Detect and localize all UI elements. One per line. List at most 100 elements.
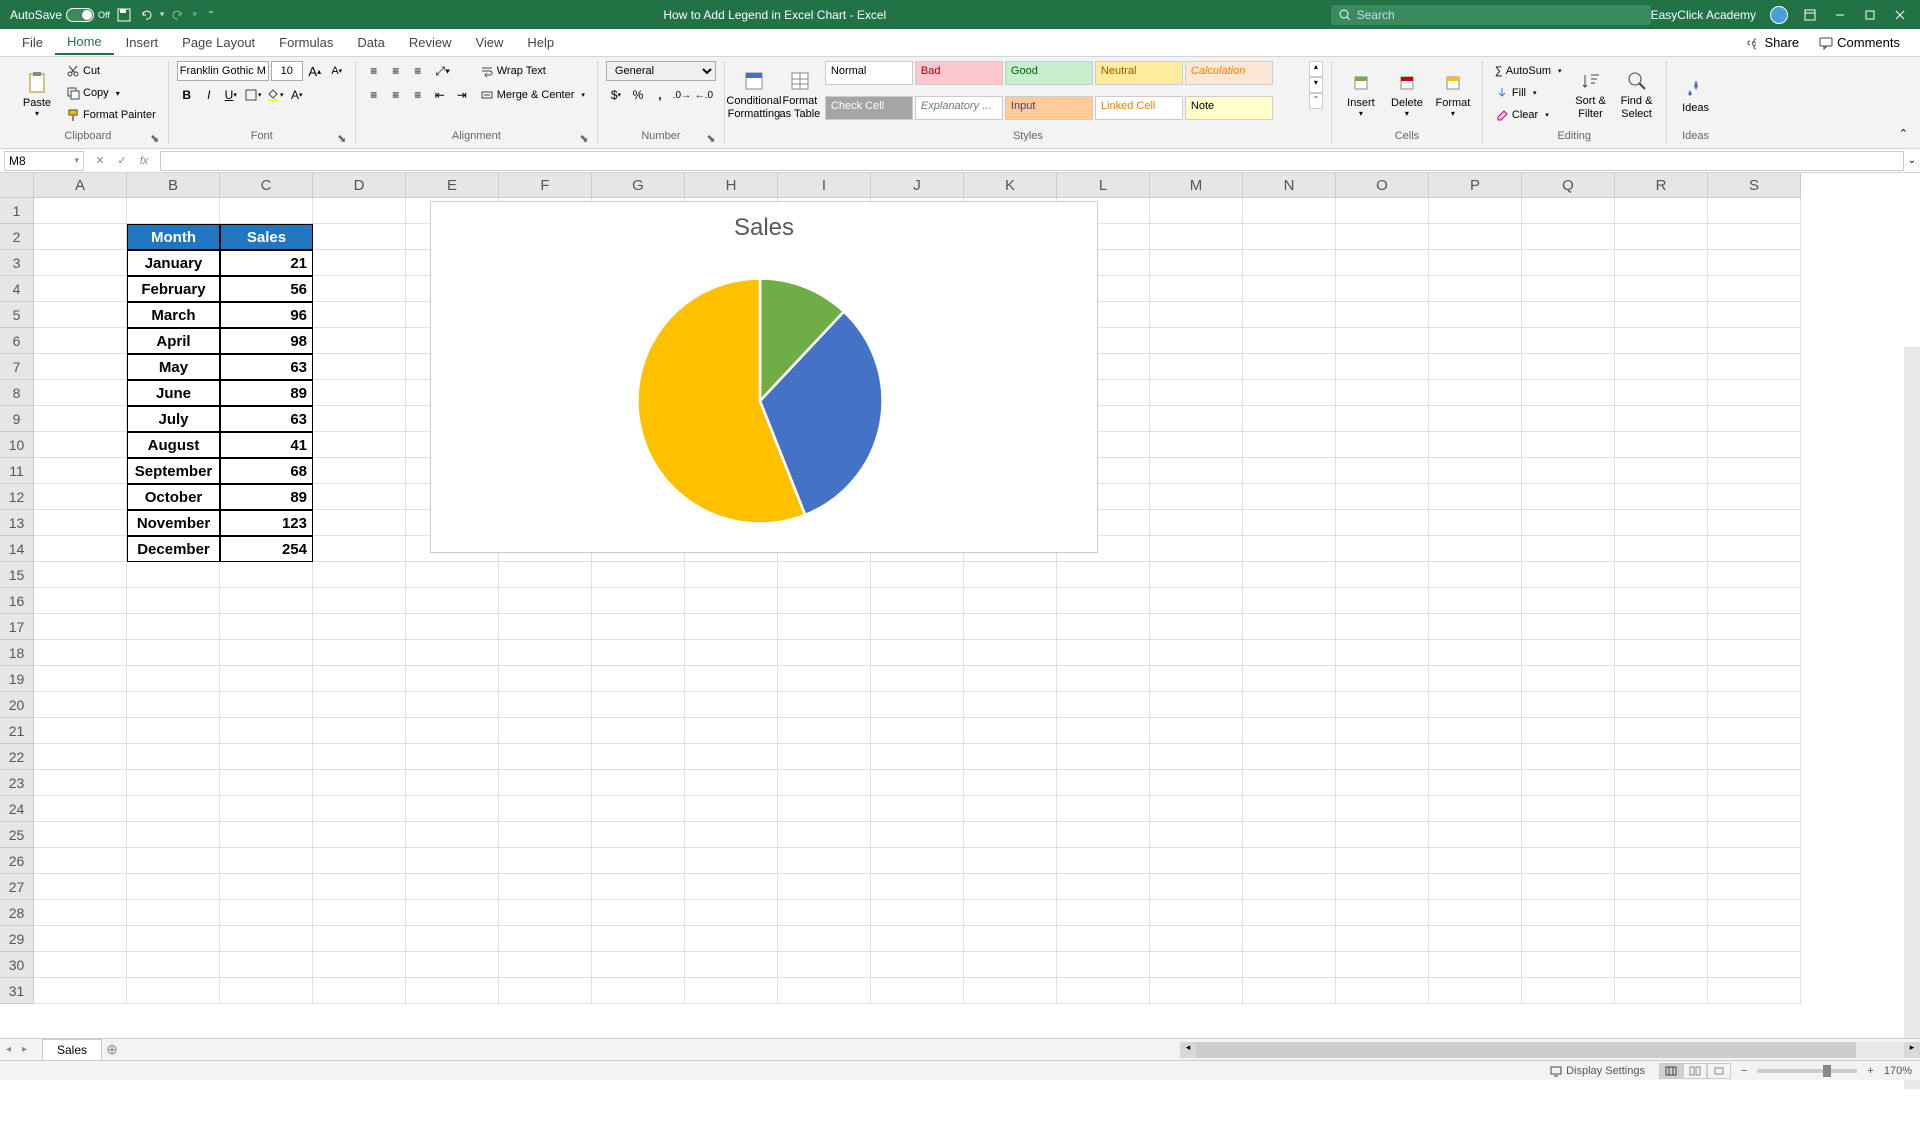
col-header[interactable]: A (34, 173, 127, 198)
cell[interactable] (1150, 952, 1243, 978)
horizontal-scrollbar[interactable]: ◂ ▸ (1180, 1042, 1920, 1058)
cell[interactable] (127, 926, 220, 952)
cell[interactable] (34, 926, 127, 952)
tab-home[interactable]: Home (55, 30, 114, 55)
cell[interactable] (1522, 302, 1615, 328)
cell[interactable] (1243, 796, 1336, 822)
cell[interactable]: November (127, 510, 220, 536)
cell[interactable] (406, 666, 499, 692)
cell[interactable] (313, 484, 406, 510)
cell[interactable] (1615, 692, 1708, 718)
cell[interactable] (1615, 484, 1708, 510)
formula-bar[interactable] (160, 151, 1904, 171)
cell[interactable] (34, 406, 127, 432)
cell[interactable] (313, 328, 406, 354)
cell[interactable] (1336, 458, 1429, 484)
cell[interactable] (1150, 380, 1243, 406)
style-neutral[interactable]: Neutral (1095, 61, 1183, 85)
cell[interactable] (1057, 692, 1150, 718)
cell[interactable] (499, 640, 592, 666)
cell[interactable] (1243, 744, 1336, 770)
tab-data[interactable]: Data (345, 31, 396, 54)
cell[interactable] (1615, 510, 1708, 536)
format-as-table-button[interactable]: Format as Table (779, 61, 821, 128)
cell[interactable] (406, 588, 499, 614)
cell[interactable] (685, 692, 778, 718)
cell[interactable] (685, 848, 778, 874)
cell[interactable] (964, 692, 1057, 718)
page-break-view-icon[interactable] (1707, 1063, 1731, 1079)
cell[interactable] (313, 224, 406, 250)
cell[interactable] (1429, 536, 1522, 562)
cell[interactable] (1429, 926, 1522, 952)
cell[interactable] (127, 614, 220, 640)
row-header[interactable]: 18 (0, 640, 34, 666)
redo-icon[interactable] (170, 7, 186, 23)
border-button[interactable]: ▾ (243, 85, 263, 105)
cell[interactable] (685, 666, 778, 692)
cell[interactable] (1522, 458, 1615, 484)
cell[interactable] (1615, 458, 1708, 484)
cell[interactable] (1615, 250, 1708, 276)
cell[interactable] (871, 588, 964, 614)
cell[interactable] (313, 198, 406, 224)
cell[interactable] (964, 926, 1057, 952)
cell[interactable] (127, 640, 220, 666)
account-name[interactable]: EasyClick Academy (1651, 8, 1756, 22)
col-header[interactable]: P (1429, 173, 1522, 198)
cell[interactable] (220, 770, 313, 796)
row-header[interactable]: 14 (0, 536, 34, 562)
cell[interactable] (34, 354, 127, 380)
cell[interactable] (1708, 276, 1801, 302)
cell[interactable] (220, 588, 313, 614)
cell[interactable] (1429, 848, 1522, 874)
cell[interactable] (1243, 952, 1336, 978)
cell[interactable] (313, 744, 406, 770)
comments-button[interactable]: Comments (1809, 35, 1910, 50)
cell[interactable]: 89 (220, 380, 313, 406)
cell[interactable] (1429, 900, 1522, 926)
cell[interactable] (592, 848, 685, 874)
align-top-icon[interactable]: ≡ (364, 61, 384, 81)
cell[interactable] (1615, 640, 1708, 666)
find-select-button[interactable]: Find & Select (1616, 61, 1658, 128)
row-header[interactable]: 19 (0, 666, 34, 692)
cell[interactable] (778, 562, 871, 588)
cell[interactable] (1336, 432, 1429, 458)
cell[interactable]: October (127, 484, 220, 510)
cell[interactable] (34, 328, 127, 354)
cell[interactable] (1708, 432, 1801, 458)
cell[interactable] (1429, 770, 1522, 796)
cell[interactable] (1429, 432, 1522, 458)
delete-cells-button[interactable]: Delete▾ (1386, 61, 1428, 128)
format-painter-button[interactable]: Format Painter (62, 105, 160, 125)
cell[interactable] (1243, 926, 1336, 952)
zoom-in-icon[interactable]: + (1867, 1065, 1873, 1077)
cell[interactable] (220, 562, 313, 588)
cell[interactable] (313, 952, 406, 978)
col-header[interactable]: M (1150, 173, 1243, 198)
style-calculation[interactable]: Calculation (1185, 61, 1273, 85)
row-header[interactable]: 10 (0, 432, 34, 458)
cell[interactable] (685, 900, 778, 926)
col-header[interactable]: F (499, 173, 592, 198)
cell[interactable] (127, 900, 220, 926)
cell[interactable] (778, 588, 871, 614)
cell[interactable] (1057, 926, 1150, 952)
cell[interactable] (1150, 354, 1243, 380)
cell[interactable] (1615, 588, 1708, 614)
col-header[interactable]: K (964, 173, 1057, 198)
cell[interactable] (34, 562, 127, 588)
cell[interactable] (685, 874, 778, 900)
cell[interactable] (1708, 614, 1801, 640)
col-header[interactable]: E (406, 173, 499, 198)
cell[interactable] (871, 692, 964, 718)
cell[interactable] (1336, 640, 1429, 666)
cell[interactable] (1150, 458, 1243, 484)
select-all-corner[interactable] (0, 173, 34, 198)
name-box[interactable]: M8▾ (4, 151, 84, 171)
cell[interactable] (1429, 744, 1522, 770)
cell[interactable] (778, 822, 871, 848)
cell[interactable] (685, 744, 778, 770)
font-color-button[interactable]: A▾ (287, 85, 307, 105)
